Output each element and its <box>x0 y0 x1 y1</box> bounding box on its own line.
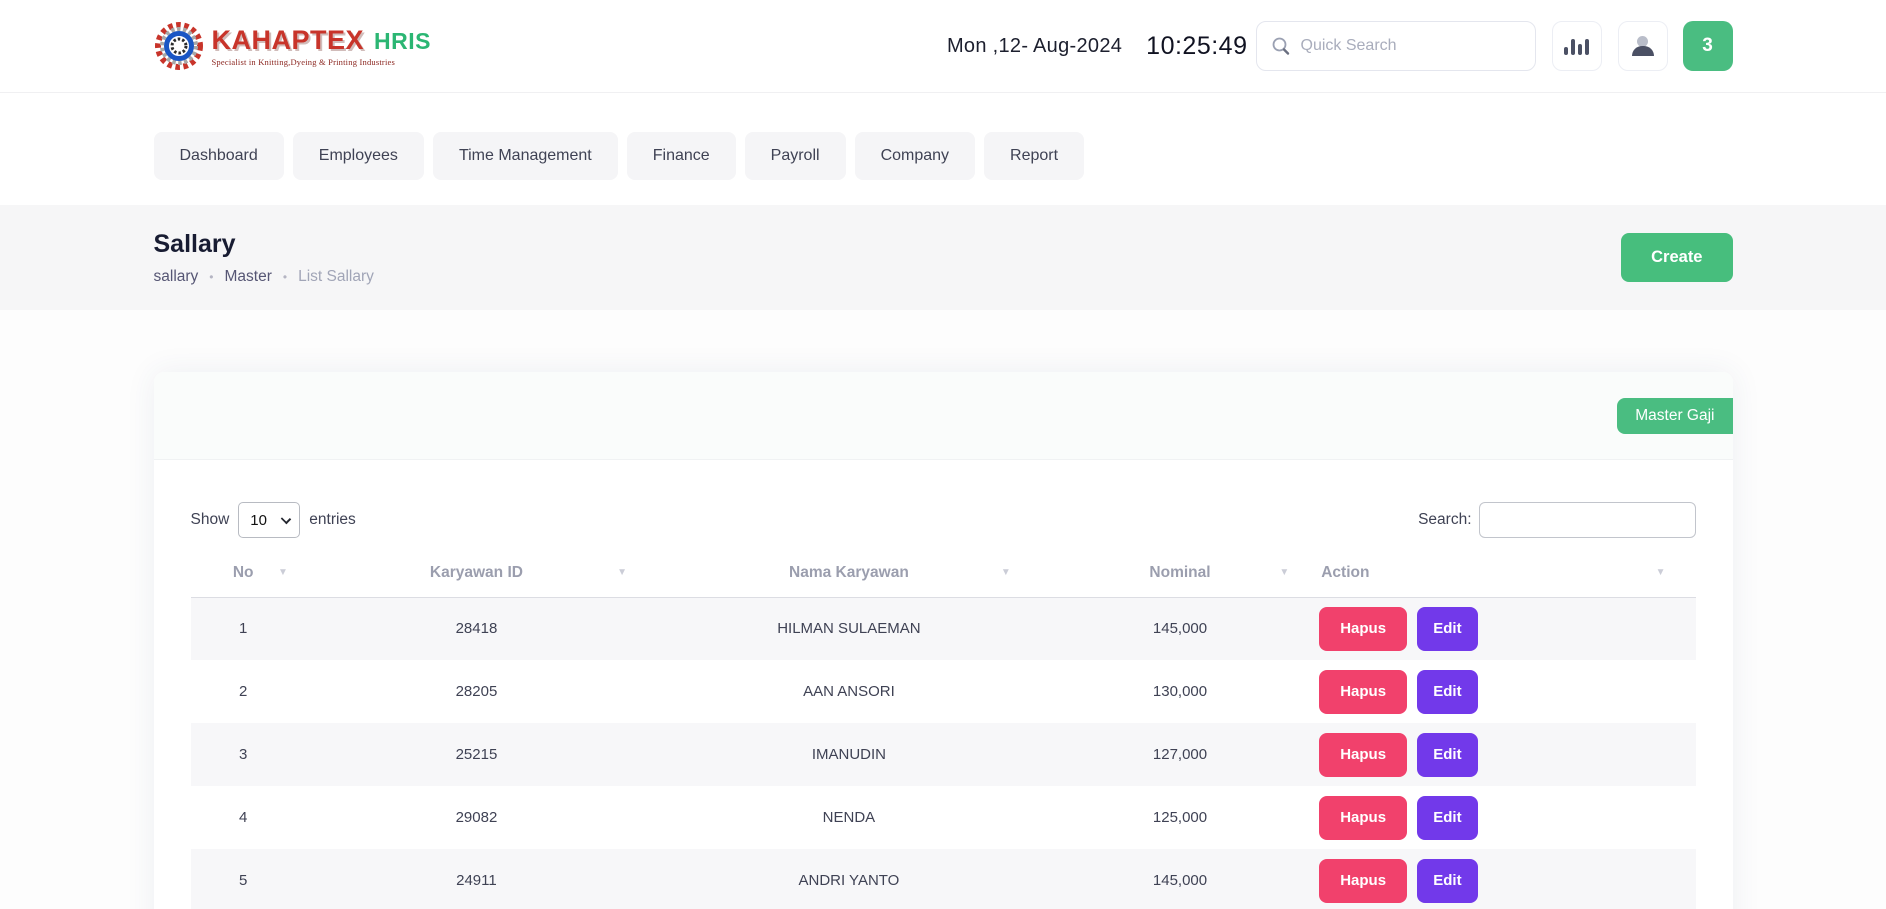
table-row: 4 29082 NENDA 125,000 Hapus Edit <box>191 786 1696 849</box>
cell-nominal: 145,000 <box>1041 597 1319 660</box>
hapus-button[interactable]: Hapus <box>1319 670 1407 714</box>
column-header-nama-karyawan[interactable]: Nama Karyawan ▼ <box>657 550 1041 597</box>
table-header-row: No ▼ Karyawan ID ▼ Nama Karyawan ▼ <box>191 550 1696 597</box>
sort-icon[interactable]: ▼ <box>278 567 288 578</box>
column-header-no[interactable]: No ▼ <box>191 550 296 597</box>
nav-item-time-management[interactable]: Time Management <box>433 132 618 180</box>
page-title: Sallary <box>154 230 374 259</box>
cell-no: 4 <box>191 786 296 849</box>
brand-suffix: HRIS <box>374 28 431 55</box>
brand-tagline: Specialist in Knitting,Dyeing & Printing… <box>212 57 431 67</box>
cell-nama-karyawan: IMANUDIN <box>657 723 1041 786</box>
cell-nama-karyawan: NENDA <box>657 786 1041 849</box>
hapus-button[interactable]: Hapus <box>1319 796 1407 840</box>
cell-nominal: 145,000 <box>1041 849 1319 909</box>
quick-search-input[interactable] <box>1301 37 1521 55</box>
card-header: Master Gaji <box>154 372 1733 460</box>
table-controls: Show 10 entries Search: <box>191 502 1696 538</box>
edit-button[interactable]: Edit <box>1417 607 1477 651</box>
cell-karyawan-id: 25215 <box>296 723 657 786</box>
cell-action: Hapus Edit <box>1319 723 1695 786</box>
breadcrumb-dot: • <box>283 270 287 284</box>
page-size-select-wrap: 10 <box>238 502 300 538</box>
cell-karyawan-id: 29082 <box>296 786 657 849</box>
table-row: 5 24911 ANDRI YANTO 145,000 Hapus Edit <box>191 849 1696 909</box>
table-row: 2 28205 AAN ANSORI 130,000 Hapus Edit <box>191 660 1696 723</box>
edit-button[interactable]: Edit <box>1417 859 1477 903</box>
cell-action: Hapus Edit <box>1319 597 1695 660</box>
main-nav: Dashboard Employees Time Management Fina… <box>0 93 1886 205</box>
logo[interactable]: KAHAPTEX HRIS Specialist in Knitting,Dye… <box>154 19 431 73</box>
table-search-input[interactable] <box>1479 502 1696 538</box>
column-header-karyawan-id[interactable]: Karyawan ID ▼ <box>296 550 657 597</box>
nav-item-dashboard[interactable]: Dashboard <box>154 132 284 180</box>
page-size-select[interactable]: 10 <box>238 502 300 538</box>
breadcrumb-item-list-sallary: List Sallary <box>298 268 374 286</box>
hapus-button[interactable]: Hapus <box>1319 607 1407 651</box>
quick-search[interactable] <box>1256 21 1536 71</box>
cell-nominal: 130,000 <box>1041 660 1319 723</box>
sort-icon[interactable]: ▼ <box>1001 567 1011 578</box>
current-time: 10:25:49 <box>1146 32 1247 61</box>
cell-action: Hapus Edit <box>1319 849 1695 909</box>
table-search-label: Search: <box>1418 511 1471 529</box>
edit-button[interactable]: Edit <box>1417 670 1477 714</box>
cell-karyawan-id: 24911 <box>296 849 657 909</box>
nav-item-report[interactable]: Report <box>984 132 1084 180</box>
nav-item-employees[interactable]: Employees <box>293 132 424 180</box>
cell-nama-karyawan: ANDRI YANTO <box>657 849 1041 909</box>
create-button[interactable]: Create <box>1621 233 1732 282</box>
sort-icon[interactable]: ▼ <box>617 567 627 578</box>
cell-nominal: 127,000 <box>1041 723 1319 786</box>
edit-button[interactable]: Edit <box>1417 796 1477 840</box>
search-icon <box>1271 36 1291 56</box>
sort-icon[interactable]: ▼ <box>1656 567 1666 578</box>
brand-name: KAHAPTEX <box>212 25 365 56</box>
cell-no: 5 <box>191 849 296 909</box>
content-area: Master Gaji Show 10 entries <box>0 310 1886 909</box>
bar-chart-icon <box>1564 37 1589 55</box>
hapus-button[interactable]: Hapus <box>1319 859 1407 903</box>
user-icon <box>1632 36 1654 56</box>
entries-label: entries <box>309 511 356 529</box>
cell-no: 1 <box>191 597 296 660</box>
hapus-button[interactable]: Hapus <box>1319 733 1407 777</box>
cell-no: 2 <box>191 660 296 723</box>
cell-action: Hapus Edit <box>1319 786 1695 849</box>
nav-item-finance[interactable]: Finance <box>627 132 736 180</box>
nav-item-payroll[interactable]: Payroll <box>745 132 846 180</box>
cell-action: Hapus Edit <box>1319 660 1695 723</box>
breadcrumb-dot: • <box>209 270 213 284</box>
breadcrumb-item-master[interactable]: Master <box>225 268 272 286</box>
cell-karyawan-id: 28418 <box>296 597 657 660</box>
page-header: Sallary sallary • Master • List Sallary … <box>0 205 1886 310</box>
profile-button[interactable] <box>1618 21 1668 71</box>
cell-karyawan-id: 28205 <box>296 660 657 723</box>
nav-item-company[interactable]: Company <box>855 132 975 180</box>
edit-button[interactable]: Edit <box>1417 733 1477 777</box>
cell-nama-karyawan: AAN ANSORI <box>657 660 1041 723</box>
table-row: 3 25215 IMANUDIN 127,000 Hapus Edit <box>191 723 1696 786</box>
column-header-nominal[interactable]: Nominal ▼ <box>1041 550 1319 597</box>
column-header-action[interactable]: Action ▼ <box>1319 550 1695 597</box>
stats-button[interactable] <box>1552 21 1602 71</box>
breadcrumb: sallary • Master • List Sallary <box>154 268 374 286</box>
sallary-table: No ▼ Karyawan ID ▼ Nama Karyawan ▼ <box>191 550 1696 909</box>
current-date: Mon ,12- Aug-2024 <box>947 35 1122 58</box>
sort-icon[interactable]: ▼ <box>1279 567 1289 578</box>
breadcrumb-item-sallary[interactable]: sallary <box>154 268 199 286</box>
notification-count-button[interactable]: 3 <box>1683 21 1733 71</box>
cell-nama-karyawan: HILMAN SULAEMAN <box>657 597 1041 660</box>
logo-gear-icon <box>154 19 204 73</box>
top-header: KAHAPTEX HRIS Specialist in Knitting,Dye… <box>0 0 1886 93</box>
sallary-card: Master Gaji Show 10 entries <box>154 372 1733 909</box>
table-row: 1 28418 HILMAN SULAEMAN 145,000 Hapus Ed… <box>191 597 1696 660</box>
master-gaji-badge: Master Gaji <box>1617 398 1732 434</box>
cell-no: 3 <box>191 723 296 786</box>
page: { "header": { "logo": { "brand": "KAHAPT… <box>0 0 1886 909</box>
show-label: Show <box>191 511 230 529</box>
cell-nominal: 125,000 <box>1041 786 1319 849</box>
